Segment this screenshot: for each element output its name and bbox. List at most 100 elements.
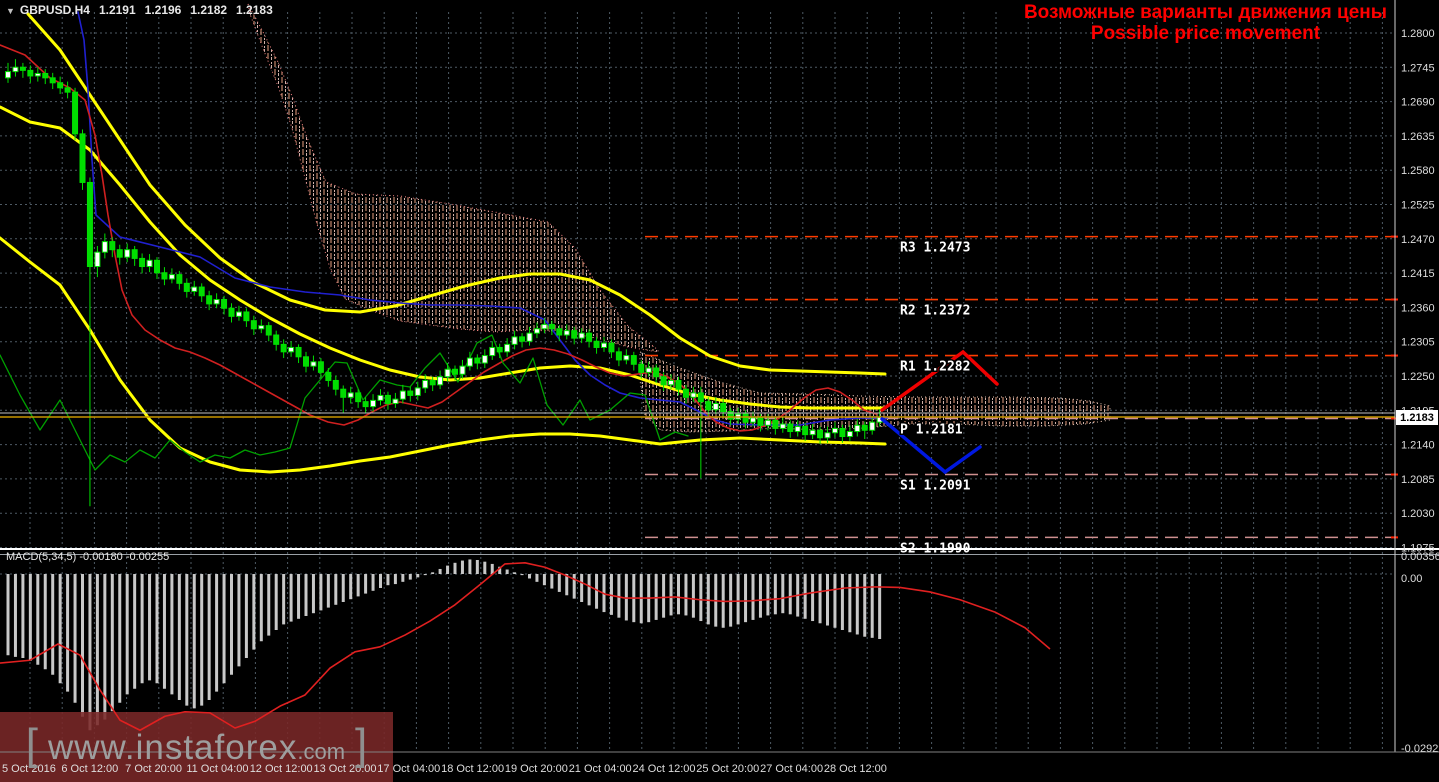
candle-body — [705, 401, 712, 411]
macd-indicator-label: MACD(5,34,5) -0.00180 -0.00255 — [6, 551, 170, 563]
candle-body — [839, 427, 846, 438]
candle-body — [235, 311, 242, 317]
candle-body — [541, 323, 548, 330]
candle-body — [668, 379, 675, 386]
price-tick-label: 1.2415 — [1401, 268, 1435, 280]
candle-body — [593, 340, 600, 348]
candle-body — [653, 367, 660, 378]
price-tick-label: 1.2085 — [1401, 474, 1435, 486]
candle-body — [228, 307, 235, 317]
pivot-label-r1: R1 1.2282 — [900, 360, 970, 375]
candle-body — [42, 72, 49, 79]
price-tick-label: 1.2305 — [1401, 337, 1435, 349]
time-tick-label: 17 Oct 04:00 — [377, 763, 440, 775]
candle-body — [72, 91, 79, 135]
price-tick-label: 1.2690 — [1401, 97, 1435, 109]
candle-body — [161, 272, 168, 280]
candle-body — [563, 330, 570, 336]
candle-body — [757, 417, 764, 426]
candle-body — [399, 390, 406, 400]
candle-body — [258, 325, 265, 330]
candle-body — [615, 351, 622, 361]
price-tick-label: 1.2745 — [1401, 62, 1435, 74]
candle-body — [414, 387, 421, 396]
candle-body — [101, 241, 108, 253]
candle-body — [697, 392, 704, 403]
candle-body — [466, 357, 473, 367]
candle-body — [452, 368, 458, 375]
candle-body — [481, 355, 488, 364]
candle-body — [712, 403, 719, 411]
candle-body — [27, 69, 34, 77]
pane-separator-secondary — [0, 554, 1439, 555]
price-tick-label: 1.2360 — [1401, 302, 1435, 314]
time-tick-label: 12 Oct 12:00 — [250, 763, 313, 775]
candle-body — [176, 274, 183, 284]
chart-canvas[interactable]: R3 1.2473 R2 1.2372 R1 1.2282 P 1.2181 S1 1.… — [0, 0, 1439, 782]
mt4-chart-window: R3 1.2473 R2 1.2372 R1 1.2282 P 1.2181 S1 1.… — [0, 0, 1439, 782]
candle-body — [422, 379, 429, 389]
candle-body — [303, 356, 309, 367]
candle-body — [19, 66, 26, 71]
candle-body — [645, 367, 652, 373]
candle-body — [772, 419, 779, 429]
quote-high: 1.2196 — [144, 3, 182, 17]
quote-open: 1.2191 — [98, 3, 136, 17]
annotation-line-en: Possible price movement — [1090, 23, 1321, 44]
candle-body — [139, 257, 146, 268]
candle-body — [317, 361, 324, 373]
price-tick-label: 1.2470 — [1401, 234, 1435, 246]
candle-body — [787, 423, 794, 433]
candle-body — [720, 403, 727, 413]
candle-body — [817, 429, 824, 439]
price-tick-label: 1.2800 — [1401, 28, 1435, 40]
candle-body — [340, 388, 347, 398]
quote-low: 1.2182 — [190, 3, 228, 17]
candle-body — [608, 342, 615, 353]
candle-body — [601, 342, 607, 348]
candle-body — [794, 426, 801, 433]
candle-body — [869, 421, 876, 431]
candle-body — [206, 295, 213, 305]
candle-body — [295, 346, 302, 358]
candle-body — [623, 355, 630, 361]
candle-body — [824, 432, 831, 439]
time-tick-label: 13 Oct 20:00 — [314, 763, 377, 775]
candle-body — [146, 259, 153, 268]
candle-body — [347, 392, 354, 398]
candle-body — [444, 368, 451, 378]
candle-body — [250, 320, 257, 330]
time-tick-label: 7 Oct 20:00 — [125, 763, 182, 775]
symbol-dropdown-icon[interactable]: ▼ — [6, 6, 15, 16]
candle-body — [191, 286, 198, 292]
candle-body — [325, 371, 332, 381]
candle-body — [429, 379, 436, 386]
candle-body — [34, 72, 41, 77]
time-tick-label: 21 Oct 04:00 — [569, 763, 632, 775]
annotation-line-ru: Возможные варианты движения цены — [1023, 2, 1387, 23]
candle-body — [392, 398, 399, 405]
quote-close: 1.2183 — [236, 3, 273, 17]
candle-body — [750, 417, 756, 423]
time-tick-label: 5 Oct 2016 — [2, 763, 56, 775]
candle-body — [831, 427, 838, 434]
time-tick-label: 18 Oct 12:00 — [441, 763, 504, 775]
time-tick-label: 6 Oct 12:00 — [61, 763, 118, 775]
candle-body — [362, 401, 369, 408]
candle-body — [459, 365, 466, 375]
candle-body — [131, 249, 138, 259]
candle-body — [407, 390, 414, 396]
candle-body — [630, 355, 637, 365]
time-tick-label: 25 Oct 20:00 — [696, 763, 759, 775]
pivot-label-r3: R3 1.2473 — [900, 241, 970, 256]
candle-body — [742, 413, 749, 423]
candle-body — [332, 379, 339, 390]
candle-body — [198, 286, 205, 297]
time-tick-label: 27 Oct 04:00 — [760, 763, 823, 775]
candle-body — [221, 299, 228, 309]
pivot-label-p: P 1.2181 — [900, 422, 963, 437]
candle-body — [861, 424, 868, 431]
symbol-ohlc-header: ▼ GBPUSD,H4 1.2191 1.2196 1.2182 1.2183 — [6, 3, 273, 17]
candle-body — [504, 343, 511, 353]
candle-body — [779, 423, 786, 429]
